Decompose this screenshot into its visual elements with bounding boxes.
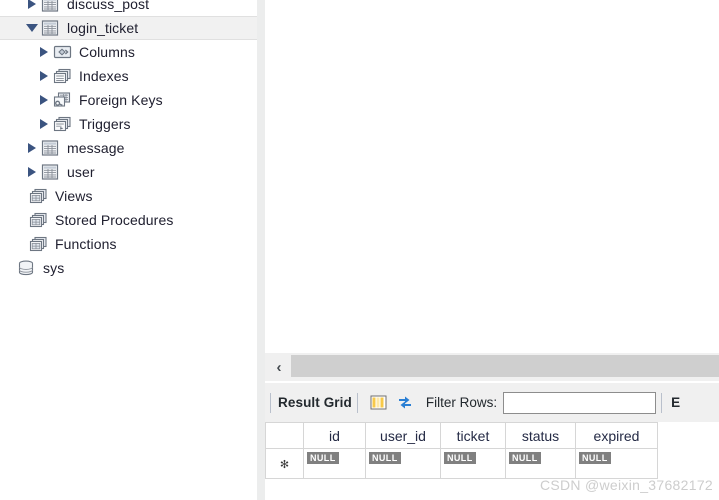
tree-item-login-ticket[interactable]: login_ticket [0,16,257,40]
null-badge: NULL [444,452,476,464]
null-badge: NULL [579,452,611,464]
tree-item-triggers[interactable]: Triggers [0,112,257,136]
panel-splitter[interactable] [257,0,265,500]
chevron-down-icon[interactable] [24,16,40,40]
sql-editor-canvas[interactable] [265,0,719,352]
tree-item-label: Views [55,188,93,204]
views-icon [29,188,49,205]
cell-status[interactable]: NULL [505,448,576,479]
main-editor-area: ‹ Result Grid Filter Rows: E id user_id … [265,0,719,500]
result-grid-toolbar: Result Grid Filter Rows: E [265,383,719,422]
chevron-right-icon[interactable] [36,88,52,112]
table-header-row: id user_id ticket status expired [265,422,658,449]
row-marker-icon[interactable]: ✻ [265,448,304,479]
null-badge: NULL [369,452,401,464]
column-header-id[interactable]: id [303,422,366,449]
tree-item-label: Columns [79,44,135,60]
mysql-workbench-window: discuss_post login_ticket Columns Indexes Fo… [0,0,719,500]
tree-item-label: login_ticket [67,20,139,36]
cell-ticket[interactable]: NULL [440,448,506,479]
twisty-spacer [12,208,28,232]
schema-navigator-panel: discuss_post login_ticket Columns Indexes Fo… [0,0,257,500]
tree-item-label: user [67,164,95,180]
cell-user_id[interactable]: NULL [365,448,441,479]
tree-item-label: Indexes [79,68,129,84]
table-icon [41,163,61,181]
edit-button-partial[interactable]: E [671,395,680,410]
schema-icon [17,260,37,277]
toolbar-divider-1 [270,392,271,413]
tree-item-label: message [67,140,125,156]
indexes-icon [53,68,73,85]
chevron-right-icon[interactable] [24,0,40,16]
tree-item-label: Triggers [79,116,131,132]
row-header-corner [265,422,304,449]
new-row-asterisk: ✻ [279,459,290,471]
chevron-right-icon[interactable] [36,112,52,136]
tree-item-foreign-keys[interactable]: Foreign Keys [0,88,257,112]
twisty-spacer [12,184,28,208]
tree-item-label: discuss_post [67,0,150,12]
table-row[interactable]: ✻ NULL NULL NULL NULL NULL [265,448,658,479]
stored-procedures-icon [29,212,49,229]
filter-rows-input[interactable] [503,391,657,414]
chevron-right-icon[interactable] [24,136,40,160]
tree-item-views[interactable]: Views [0,184,257,208]
scroll-left-icon[interactable]: ‹ [268,355,290,379]
toolbar-divider-3 [661,392,663,413]
twisty-spacer [12,232,28,256]
columns-icon [53,44,73,61]
table-icon [41,0,61,13]
tree-item-sys[interactable]: sys [0,256,257,280]
watermark-text: CSDN @weixin_37682172 [539,477,713,493]
tree-item-indexes[interactable]: Indexes [0,64,257,88]
column-header-user_id[interactable]: user_id [365,422,441,449]
chevron-right-icon[interactable] [36,40,52,64]
tree-item-columns[interactable]: Columns [0,40,257,64]
editor-horizontal-scrollbar[interactable]: ‹ [265,352,719,381]
triggers-icon [53,116,73,133]
functions-icon [29,236,49,253]
schema-tree[interactable]: discuss_post login_ticket Columns Indexes Fo… [0,0,257,280]
table-icon [41,19,61,37]
cell-id[interactable]: NULL [303,448,366,479]
table-icon [41,139,61,157]
tree-item-label: Foreign Keys [79,92,163,108]
tree-item-label: Stored Procedures [55,212,174,228]
result-table: id user_id ticket status expired ✻ NULL NULL NU… [265,422,658,479]
twisty-spacer [0,256,16,280]
column-header-expired[interactable]: expired [575,422,658,449]
foreign-keys-icon [53,91,73,109]
tree-item-label: sys [43,260,65,276]
scrollbar-track[interactable] [291,355,719,377]
tree-item-discuss-post[interactable]: discuss_post [0,0,257,16]
null-badge: NULL [307,452,339,464]
tree-item-user[interactable]: user [0,160,257,184]
chevron-right-icon[interactable] [36,64,52,88]
table-body: ✻ NULL NULL NULL NULL NULL [265,448,658,479]
tree-item-stored-procedures[interactable]: Stored Procedures [0,208,257,232]
column-header-ticket[interactable]: ticket [440,422,506,449]
null-badge: NULL [509,452,541,464]
filter-rows-label: Filter Rows: [425,395,498,410]
chevron-right-icon[interactable] [24,160,40,184]
column-header-status[interactable]: status [505,422,576,449]
result-grid-label: Result Grid [278,395,352,410]
toolbar-divider-2 [356,392,358,413]
cell-expired[interactable]: NULL [575,448,658,479]
tree-item-functions[interactable]: Functions [0,232,257,256]
refresh-icon[interactable] [393,391,417,415]
tree-item-message[interactable]: message [0,136,257,160]
tree-item-label: Functions [55,236,117,252]
grid-view-icon[interactable] [367,391,391,415]
